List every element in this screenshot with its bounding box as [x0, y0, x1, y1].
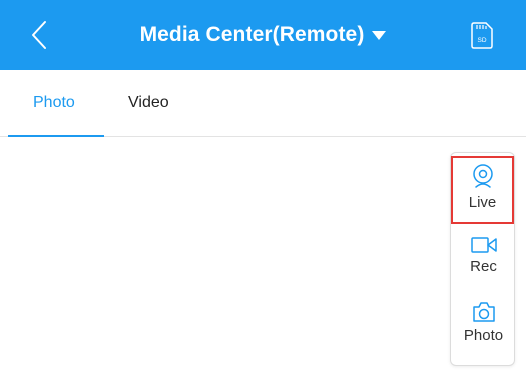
photo-button[interactable]: Photo — [451, 301, 516, 361]
sd-card-label: SD — [477, 37, 486, 44]
back-button[interactable] — [24, 18, 54, 52]
webcam-icon — [472, 164, 493, 188]
tab-photo[interactable]: Photo — [33, 70, 75, 136]
media-tabs: Photo Video — [0, 70, 526, 137]
sd-card-icon: SD — [471, 22, 493, 49]
tab-photo-label: Photo — [33, 94, 75, 111]
rec-button[interactable]: Rec — [451, 236, 516, 296]
chevron-left-icon — [32, 21, 46, 49]
title-container: Media Center(Remote) — [0, 0, 526, 70]
page-title: Media Center(Remote) — [139, 23, 365, 46]
live-button[interactable]: Live — [451, 156, 514, 224]
tab-video-label: Video — [128, 94, 169, 111]
live-label: Live — [468, 194, 497, 211]
rec-label: Rec — [470, 258, 497, 275]
photo-label: Photo — [463, 327, 504, 344]
camera-icon — [472, 302, 495, 322]
active-tab-indicator — [8, 135, 104, 137]
tab-video[interactable]: Video — [128, 70, 169, 136]
sd-card-button[interactable]: SD — [470, 21, 494, 49]
title-dropdown[interactable]: Media Center(Remote) — [140, 23, 387, 47]
video-camera-icon — [470, 237, 497, 253]
media-center-screen: Media Center(Remote) SD Photo Video Live… — [0, 0, 526, 389]
caret-down-icon — [372, 30, 387, 40]
capture-mode-panel: Live Rec Photo — [450, 152, 515, 366]
header-bar: Media Center(Remote) SD — [0, 0, 526, 70]
